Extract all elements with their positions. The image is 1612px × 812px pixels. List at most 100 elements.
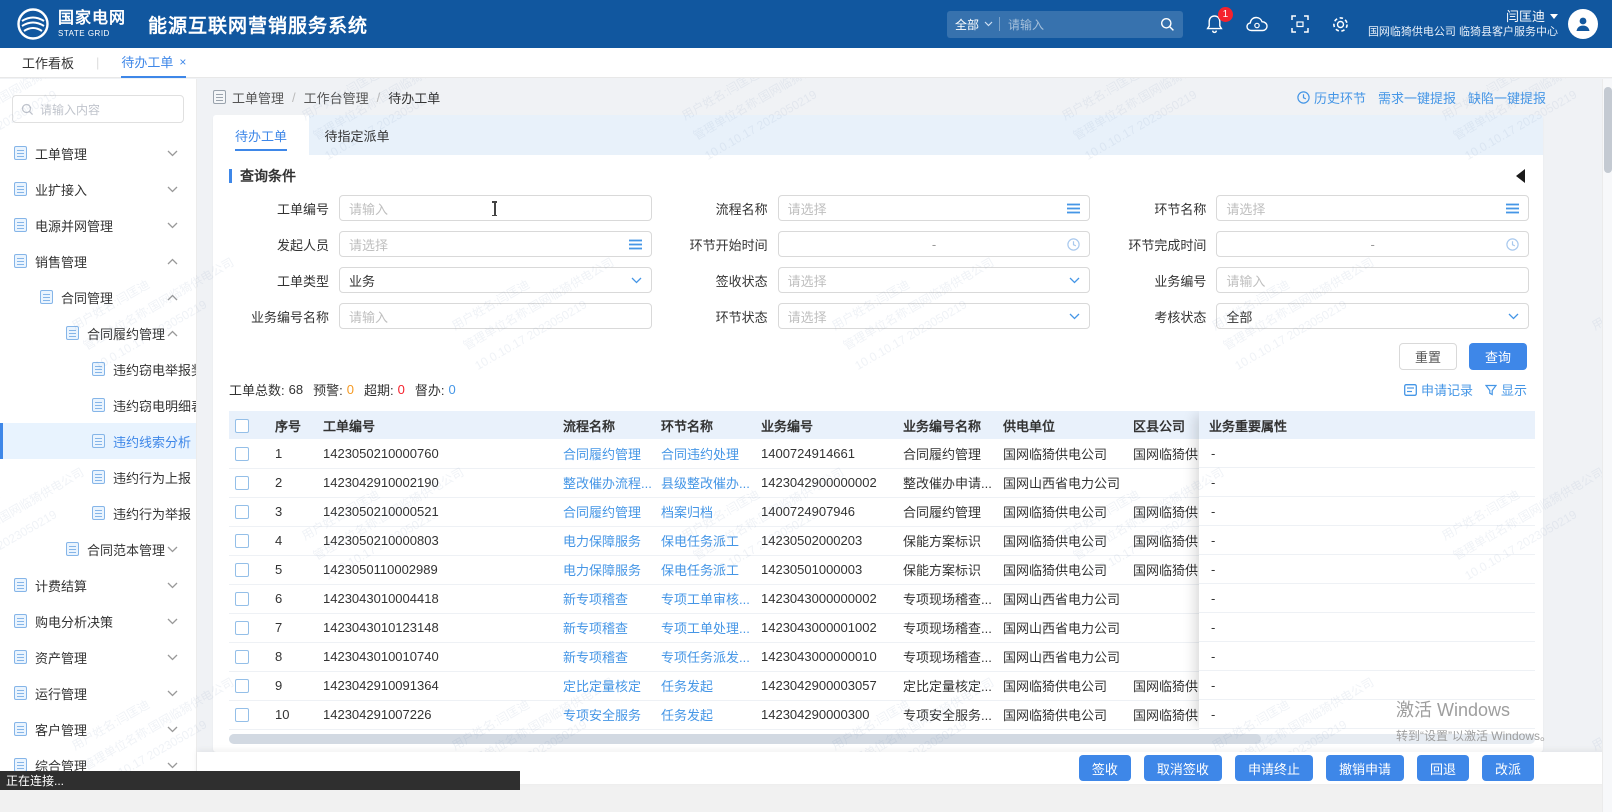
sidebar-item-10[interactable]: 违约行为举报 [0, 495, 196, 531]
vertical-scrollbar[interactable] [1602, 79, 1612, 812]
table-row[interactable]: 31423050210000521合同履约管理档案归档1400724907946… [229, 497, 1213, 526]
cell-step[interactable]: 专项工单处理... [655, 613, 755, 642]
search-icon[interactable] [1160, 17, 1175, 32]
select-all-checkbox[interactable] [235, 419, 249, 433]
cell-process[interactable]: 电力保障服务 [557, 526, 655, 555]
cell-step[interactable]: 合同违约处理 [655, 439, 755, 468]
field-control-6[interactable]: 业务 [339, 267, 652, 293]
fullscreen-button[interactable] [1291, 15, 1309, 33]
sidebar-item-8[interactable]: 违约线索分析 [0, 423, 196, 459]
field-control-9[interactable]: 请输入 [339, 303, 652, 329]
field-control-11[interactable]: 全部 [1216, 303, 1529, 329]
sidebar-item-16[interactable]: 客户管理 [0, 711, 196, 747]
settings-button[interactable] [1331, 15, 1350, 34]
sidebar-item-0[interactable]: 工单管理 [0, 135, 196, 171]
field-control-5[interactable]: - [1216, 231, 1529, 257]
sidebar-item-12[interactable]: 计费结算 [0, 567, 196, 603]
quick-link-1[interactable]: 需求一键提报 [1378, 88, 1456, 107]
table-row[interactable]: 11423050210000760合同履约管理合同违约处理14007249146… [229, 439, 1213, 468]
tab-pending-worklist[interactable]: 待办工单 [213, 115, 309, 155]
footer-button-3[interactable]: 撤销申请 [1326, 755, 1404, 781]
cell-step[interactable]: 专项任务派发... [655, 642, 755, 671]
table-row[interactable]: 21423042910002190整改催办流程...县级整改催办...14230… [229, 468, 1213, 497]
row-checkbox[interactable] [235, 476, 249, 490]
chevron-down-icon[interactable] [1508, 313, 1519, 320]
apply-record-link[interactable]: 申请记录 [1404, 380, 1473, 399]
cell-step[interactable]: 保电任务派工 [655, 555, 755, 584]
cell-step[interactable]: 保电任务派工 [655, 526, 755, 555]
cell-process[interactable]: 新专项稽查 [557, 584, 655, 613]
horizontal-scrollbar[interactable] [229, 734, 1535, 744]
sidebar-item-15[interactable]: 运行管理 [0, 675, 196, 711]
sidebar-item-11[interactable]: 合同范本管理 [0, 531, 196, 567]
field-control-8[interactable]: 请输入 [1216, 267, 1529, 293]
sidebar-item-13[interactable]: 购电分析决策 [0, 603, 196, 639]
cell-process[interactable]: 新专项稽查 [557, 642, 655, 671]
cell-process[interactable]: 合同履约管理 [557, 439, 655, 468]
global-search[interactable]: 全部 请输入 [947, 11, 1183, 38]
row-checkbox[interactable] [235, 534, 249, 548]
field-control-2[interactable]: 请选择 [1216, 195, 1529, 221]
cell-process[interactable]: 定比定量核定 [557, 671, 655, 700]
table-row[interactable]: 81423043010010740新专项稽查专项任务派发...142304300… [229, 642, 1213, 671]
list-picker-icon[interactable] [1506, 203, 1519, 214]
table-row[interactable]: 10142304291007226专项安全服务任务发起1423042900003… [229, 700, 1213, 729]
scrollbar-thumb[interactable] [1604, 87, 1612, 173]
notifications-button[interactable]: 1 [1205, 14, 1224, 34]
field-control-0[interactable]: 请输入 [339, 195, 652, 221]
sidebar-item-4[interactable]: 合同管理 [0, 279, 196, 315]
field-control-10[interactable]: 请选择 [778, 303, 1091, 329]
sidebar-item-3[interactable]: 销售管理 [0, 243, 196, 279]
table-row[interactable]: 71423043010123148新专项稽查专项工单处理...142304300… [229, 613, 1213, 642]
display-filter-link[interactable]: 显示 [1485, 380, 1527, 399]
table-row[interactable]: 91423042910091364定比定量核定任务发起1423042900003… [229, 671, 1213, 700]
field-control-1[interactable]: 请选择 [778, 195, 1091, 221]
chevron-down-icon[interactable] [1069, 313, 1080, 320]
quick-link-2[interactable]: 缺陷一键提报 [1468, 88, 1546, 107]
quick-link-0[interactable]: 历史环节 [1297, 88, 1366, 107]
cell-step[interactable]: 档案归档 [655, 497, 755, 526]
row-checkbox[interactable] [235, 621, 249, 635]
sidebar-item-9[interactable]: 违约行为上报 [0, 459, 196, 495]
field-control-3[interactable]: 请选择 [339, 231, 652, 257]
field-control-4[interactable]: - [778, 231, 1091, 257]
chevron-down-icon[interactable] [1069, 277, 1080, 284]
row-checkbox[interactable] [235, 447, 249, 461]
cell-step[interactable]: 任务发起 [655, 700, 755, 729]
sidebar-item-2[interactable]: 电源并网管理 [0, 207, 196, 243]
breadcrumb-item-1[interactable]: 工作台管理 [304, 88, 369, 107]
list-picker-icon[interactable] [1067, 203, 1080, 214]
cell-process[interactable]: 合同履约管理 [557, 497, 655, 526]
field-control-7[interactable]: 请选择 [778, 267, 1091, 293]
scrollbar-thumb[interactable] [229, 734, 1261, 744]
row-checkbox[interactable] [235, 650, 249, 664]
list-picker-icon[interactable] [629, 239, 642, 250]
close-icon[interactable]: × [179, 55, 186, 69]
collapse-panel-icon[interactable] [1516, 169, 1525, 183]
sidebar-search-input[interactable]: 请输入内容 [12, 95, 184, 123]
tab-awaiting-dispatch[interactable]: 待指定派单 [309, 115, 405, 155]
search-button[interactable]: 查询 [1469, 343, 1527, 370]
sidebar-item-14[interactable]: 资产管理 [0, 639, 196, 675]
cell-step[interactable]: 任务发起 [655, 671, 755, 700]
table-row[interactable]: 51423050110002989电力保障服务保电任务派工14230501000… [229, 555, 1213, 584]
breadcrumb-item-2[interactable]: 待办工单 [388, 88, 440, 107]
row-checkbox[interactable] [235, 505, 249, 519]
user-menu[interactable]: 闫匡迪 国网临猗供电公司 临猗县客户服务中心 [1368, 9, 1558, 40]
row-checkbox[interactable] [235, 708, 249, 722]
sidebar-item-1[interactable]: 业扩接入 [0, 171, 196, 207]
table-row[interactable]: 41423050210000803电力保障服务保电任务派工14230502000… [229, 526, 1213, 555]
cell-process[interactable]: 整改催办流程... [557, 468, 655, 497]
footer-button-5[interactable]: 改派 [1482, 755, 1534, 781]
search-input[interactable]: 请输入 [1008, 16, 1160, 33]
footer-button-4[interactable]: 回退 [1417, 755, 1469, 781]
tab-pending-orders[interactable]: 待办工单 × [121, 48, 186, 78]
reset-button[interactable]: 重置 [1399, 343, 1457, 370]
row-checkbox[interactable] [235, 563, 249, 577]
sidebar-item-5[interactable]: 合同履约管理 [0, 315, 196, 351]
tab-workboard[interactable]: 工作看板 [22, 48, 74, 78]
search-scope-select[interactable]: 全部 [955, 16, 979, 33]
row-checkbox[interactable] [235, 592, 249, 606]
footer-button-2[interactable]: 申请终止 [1235, 755, 1313, 781]
footer-button-0[interactable]: 签收 [1079, 755, 1131, 781]
